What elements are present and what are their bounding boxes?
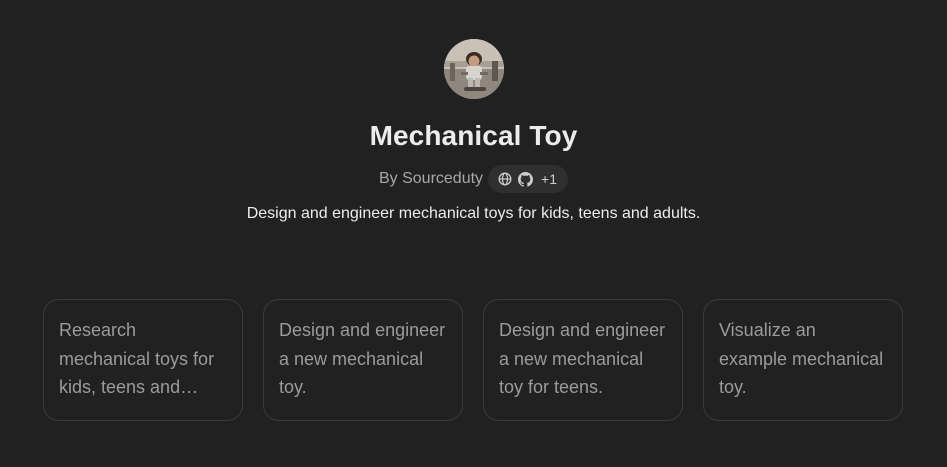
conversation-starter-text: Design and engineer a new mechanical toy… [279, 320, 446, 398]
author-links-pill[interactable]: +1 [488, 165, 569, 193]
conversation-starter-card[interactable]: Visualize an example mechanical toy. [703, 299, 903, 421]
conversation-starter-card[interactable]: Design and engineer a new mechanical toy… [483, 299, 683, 421]
gpt-byline: By Sourceduty +1 [378, 165, 569, 193]
conversation-starter-text: Design and engineer a new mechanical toy… [499, 320, 666, 398]
conversation-starter-text: Visualize an example mechanical toy. [719, 320, 884, 398]
conversation-starter-card[interactable]: Research mechanical toys for kids, teens… [43, 299, 243, 421]
gpt-author: By Sourceduty [378, 170, 484, 187]
conversation-starters: Research mechanical toys for kids, teens… [43, 299, 903, 421]
gpt-title: Mechanical Toy [369, 120, 578, 151]
gpt-header: Mechanical Toy By Sourceduty +1 Design a… [0, 0, 947, 224]
conversation-starter-text: Research mechanical toys for kids, teens… [59, 320, 215, 398]
gpt-avatar [443, 39, 504, 99]
gpt-description: Design and engineer mechanical toys for … [246, 205, 701, 222]
globe-icon [498, 172, 512, 186]
conversation-starter-card[interactable]: Design and engineer a new mechanical toy… [263, 299, 463, 421]
github-icon [518, 171, 534, 187]
extra-links-count: +1 [541, 171, 558, 187]
